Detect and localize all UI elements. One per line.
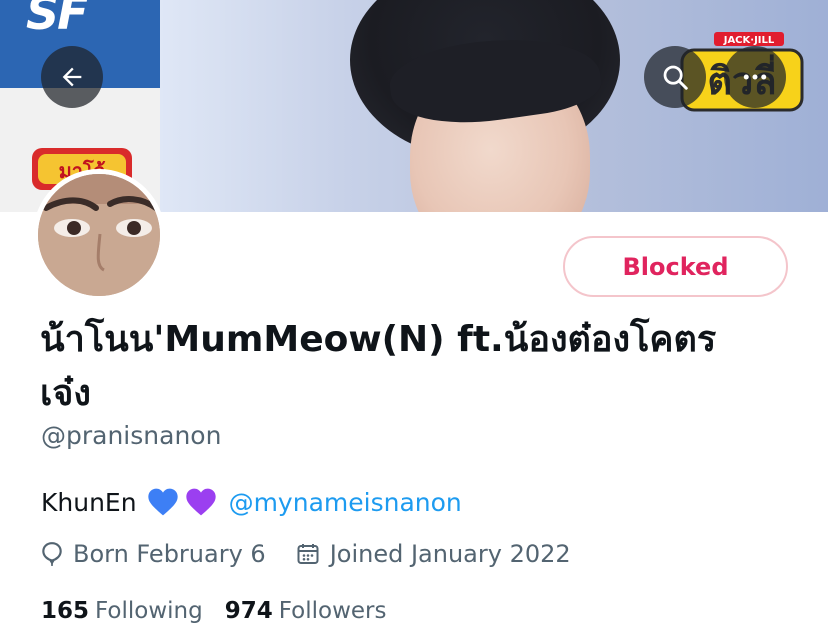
- joined-item: Joined January 2022: [296, 540, 571, 568]
- display-name: น้าโนน'MumMeow(N) ft.น้องต๋องโคตรเจ๋ง: [40, 319, 717, 414]
- followers-label: Followers: [278, 598, 387, 624]
- follow-stats: 165 Following 974 Followers: [41, 598, 408, 624]
- joined-text: Joined January 2022: [329, 540, 571, 568]
- back-arrow-icon: [62, 67, 82, 87]
- back-button[interactable]: [41, 46, 103, 108]
- following-label: Following: [95, 598, 203, 624]
- jackjill-brand-text: JACK·JILL: [723, 35, 775, 46]
- profile-handle: @pranisnanon: [41, 421, 222, 450]
- avatar[interactable]: [33, 169, 165, 301]
- following-link[interactable]: 165 Following: [41, 598, 203, 624]
- bio-text: KhunEn: [41, 487, 137, 517]
- profile-meta: Born February 6 Joined January 2022: [41, 540, 601, 568]
- birthday-item: Born February 6: [41, 540, 266, 568]
- balloon-icon: [42, 542, 62, 566]
- profile-bio: KhunEn @mynameisnanon: [41, 487, 462, 517]
- calendar-icon: [297, 544, 319, 564]
- birthday-text: Born February 6: [73, 540, 266, 568]
- bio-mention-link[interactable]: @mynameisnanon: [229, 488, 462, 517]
- followers-count: 974: [224, 598, 273, 624]
- avatar-image: [38, 174, 160, 296]
- search-icon: [663, 65, 688, 90]
- following-count: 165: [41, 598, 90, 624]
- purple-heart-icon: [185, 488, 216, 516]
- search-button[interactable]: [644, 46, 706, 108]
- blue-heart-icon: [147, 488, 178, 516]
- more-button[interactable]: [724, 46, 786, 108]
- blocked-button[interactable]: Blocked: [563, 236, 788, 297]
- more-dots-icon: [743, 74, 767, 80]
- sf-logo: SF: [26, 0, 89, 40]
- followers-link[interactable]: 974 Followers: [225, 598, 387, 624]
